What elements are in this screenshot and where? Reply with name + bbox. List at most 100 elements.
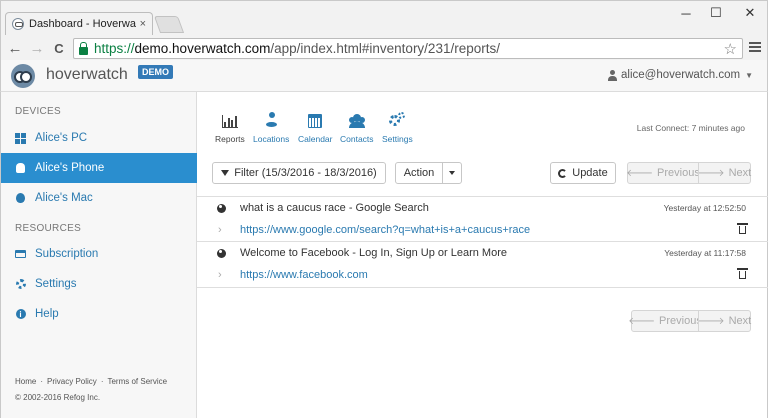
gear-icon	[15, 279, 26, 290]
reload-button[interactable]: C	[48, 37, 70, 59]
arrow-left-icon: 🡐	[626, 168, 654, 179]
url-host: demo.hoverwatch.com	[134, 41, 271, 56]
windows-icon	[15, 132, 26, 144]
user-icon	[608, 69, 618, 81]
history-row[interactable]: what is a caucus race - Google Search Ye…	[197, 196, 768, 219]
toolbar-label: Settings	[382, 134, 413, 144]
last-connect-status: Last Connect: 7 minutes ago	[636, 123, 745, 133]
footer-link-home[interactable]: Home	[15, 377, 36, 386]
brand-name[interactable]: hoverwatch	[46, 66, 128, 84]
footer-links: Home · Privacy Policy · Terms of Service	[15, 377, 167, 386]
browser-menu-icon[interactable]	[749, 41, 761, 53]
chevron-right-icon[interactable]: ›	[218, 224, 222, 236]
url-scheme: https://	[94, 41, 135, 56]
bookmark-star-icon[interactable]: ☆	[724, 40, 737, 58]
sidebar-item-settings[interactable]: Settings	[1, 269, 197, 299]
arrow-right-icon: 🡒	[697, 168, 725, 179]
history-url-row: › https://www.facebook.com	[197, 264, 768, 286]
filter-button[interactable]: Filter (15/3/2016 - 18/3/2016)	[212, 162, 386, 184]
hoverwatch-owl-logo-icon[interactable]	[11, 64, 35, 88]
sidebar-item-alices-mac[interactable]: Alice's Mac	[1, 183, 197, 213]
toolbar-contacts[interactable]: Contacts	[340, 110, 374, 144]
next-label: Next	[728, 315, 752, 327]
footer-separator: ·	[100, 377, 104, 386]
sidebar: DEVICES Alice's PC Alice's Phone Alice's…	[0, 92, 197, 418]
footer-link-terms[interactable]: Terms of Service	[107, 377, 167, 386]
sidebar-item-label: Alice's Mac	[35, 192, 93, 204]
toolbar-label: Locations	[253, 134, 290, 144]
info-icon: i	[15, 309, 26, 320]
new-tab-button[interactable]	[153, 16, 185, 33]
minimize-button[interactable]: ─	[671, 5, 701, 21]
sidebar-item-label: Help	[35, 308, 59, 320]
browser-tab[interactable]: Dashboard - Hoverwatch ×	[5, 12, 153, 35]
back-button[interactable]: ←	[4, 37, 26, 59]
toolbar-calendar[interactable]: Calendar	[298, 110, 333, 144]
previous-page-button[interactable]: 🡐 Previous	[626, 162, 700, 184]
trash-icon[interactable]	[737, 268, 748, 279]
update-button[interactable]: Update	[550, 162, 616, 184]
demo-badge: DEMO	[138, 65, 173, 79]
lock-icon	[79, 41, 88, 55]
chevron-right-icon[interactable]: ›	[218, 269, 222, 281]
map-pin-icon	[253, 110, 289, 128]
sidebar-item-label: Settings	[35, 278, 77, 290]
android-icon	[15, 163, 26, 174]
toolbar: ← → C https://demo.hoverwatch.com/app/in…	[1, 35, 767, 61]
user-menu[interactable]: alice@hoverwatch.com ▼	[608, 69, 753, 81]
history-url-link[interactable]: https://www.facebook.com	[240, 269, 368, 281]
sidebar-item-subscription[interactable]: Subscription	[1, 239, 197, 269]
arrow-left-icon: 🡐	[628, 316, 656, 327]
resources-heading: RESOURCES	[15, 223, 82, 234]
url-path: /app/index.html#inventory/231/reports/	[270, 41, 500, 56]
previous-label: Previous	[657, 167, 700, 179]
tab-strip: Dashboard - Hoverwatch × ─ ☐ ✕	[1, 1, 768, 35]
tab-close-icon[interactable]: ×	[140, 18, 146, 30]
toolbar-reports[interactable]: Reports	[215, 110, 245, 144]
browser-chrome: Dashboard - Hoverwatch × ─ ☐ ✕ ← → C htt…	[0, 0, 768, 61]
address-bar[interactable]: https://demo.hoverwatch.com/app/index.ht…	[73, 38, 743, 59]
toolbar-label: Reports	[215, 134, 245, 144]
devices-heading: DEVICES	[15, 106, 62, 117]
sidebar-item-label: Alice's PC	[35, 132, 88, 144]
trash-icon[interactable]	[737, 223, 748, 234]
toolbar-locations[interactable]: Locations	[253, 110, 289, 144]
forward-button[interactable]: →	[26, 37, 48, 59]
caret-down-icon	[449, 171, 455, 175]
url-text[interactable]: https://demo.hoverwatch.com/app/index.ht…	[94, 41, 500, 56]
action-button[interactable]: Action	[395, 162, 443, 184]
filter-label: Filter (15/3/2016 - 18/3/2016)	[234, 167, 377, 179]
bar-chart-icon	[215, 110, 245, 128]
main-content: Reports Locations Calendar Contacts Sett…	[197, 92, 768, 418]
maximize-button[interactable]: ☐	[701, 5, 731, 21]
toolbar-label: Calendar	[298, 134, 333, 144]
history-url-link[interactable]: https://www.google.com/search?q=what+is+…	[240, 224, 530, 236]
history-row[interactable]: Welcome to Facebook - Log In, Sign Up or…	[197, 241, 768, 264]
action-dropdown-toggle[interactable]	[442, 162, 462, 184]
next-page-button-bottom[interactable]: 🡒 Next	[698, 310, 751, 332]
next-page-button[interactable]: 🡒 Next	[698, 162, 751, 184]
copyright: © 2002-2016 Refog Inc.	[15, 393, 101, 402]
footer-link-privacy[interactable]: Privacy Policy	[47, 377, 97, 386]
toolbar-settings[interactable]: Settings	[382, 110, 413, 144]
sidebar-item-alices-phone[interactable]: Alice's Phone	[1, 153, 197, 183]
sidebar-item-label: Subscription	[35, 248, 99, 260]
sidebar-item-help[interactable]: i Help	[1, 299, 197, 329]
tab-title: Dashboard - Hoverwatch	[29, 18, 136, 30]
gears-icon	[382, 110, 413, 128]
history-title: Welcome to Facebook - Log In, Sign Up or…	[240, 247, 507, 259]
close-window-button[interactable]: ✕	[735, 5, 765, 21]
arrow-right-icon: 🡒	[697, 316, 725, 327]
previous-label: Previous	[659, 315, 702, 327]
filter-icon	[221, 170, 230, 176]
previous-page-button-bottom[interactable]: 🡐 Previous	[628, 310, 702, 332]
history-title: what is a caucus race - Google Search	[240, 202, 429, 214]
chevron-down-icon: ▼	[745, 70, 753, 80]
hoverwatch-favicon-icon	[12, 18, 24, 30]
calendar-icon	[298, 110, 333, 128]
globe-icon	[217, 248, 226, 258]
credit-card-icon	[15, 249, 26, 260]
list-divider	[197, 287, 768, 288]
sidebar-item-alices-pc[interactable]: Alice's PC	[1, 123, 197, 153]
sidebar-item-label: Alice's Phone	[35, 162, 105, 174]
